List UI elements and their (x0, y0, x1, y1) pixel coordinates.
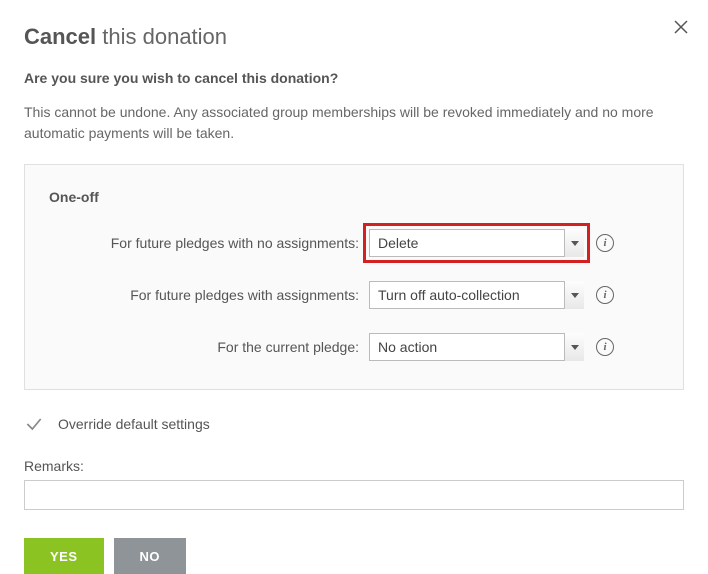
button-row: YES NO (24, 538, 684, 574)
select-value-no-assignments: Delete (369, 229, 584, 257)
row-current-pledge: For the current pledge: No action i (49, 333, 659, 361)
row-no-assignments: For future pledges with no assignments: … (49, 229, 659, 257)
no-button[interactable]: NO (114, 538, 187, 574)
close-button[interactable] (672, 18, 690, 42)
info-icon[interactable]: i (596, 286, 614, 304)
confirm-question: Are you sure you wish to cancel this don… (24, 70, 684, 86)
yes-button[interactable]: YES (24, 538, 104, 574)
select-no-assignments[interactable]: Delete (369, 229, 584, 257)
options-panel: One-off For future pledges with no assig… (24, 164, 684, 390)
override-toggle[interactable]: Override default settings (24, 414, 684, 434)
select-value-current-pledge: No action (369, 333, 584, 361)
check-icon (24, 414, 44, 434)
close-icon (672, 18, 690, 36)
select-with-assignments[interactable]: Turn off auto-collection (369, 281, 584, 309)
warning-text: This cannot be undone. Any associated gr… (24, 102, 684, 144)
info-icon[interactable]: i (596, 338, 614, 356)
dialog-title-rest: this donation (96, 24, 227, 49)
remarks-label: Remarks: (24, 458, 684, 474)
dialog-title-bold: Cancel (24, 24, 96, 49)
label-with-assignments: For future pledges with assignments: (49, 287, 369, 303)
label-current-pledge: For the current pledge: (49, 339, 369, 355)
select-value-with-assignments: Turn off auto-collection (369, 281, 584, 309)
remarks-input[interactable] (24, 480, 684, 510)
dialog-title: Cancel this donation (24, 24, 684, 50)
override-label: Override default settings (58, 416, 210, 432)
label-no-assignments: For future pledges with no assignments: (49, 235, 369, 251)
panel-heading: One-off (49, 189, 659, 205)
select-current-pledge[interactable]: No action (369, 333, 584, 361)
info-icon[interactable]: i (596, 234, 614, 252)
row-with-assignments: For future pledges with assignments: Tur… (49, 281, 659, 309)
